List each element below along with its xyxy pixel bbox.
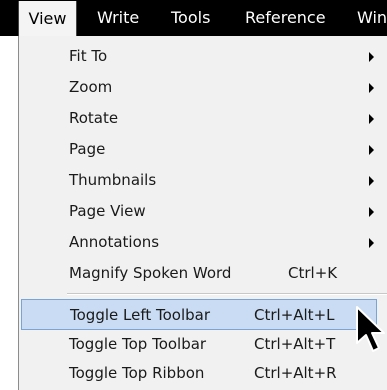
view-menu-dropdown: Fit To Zoom Rotate Page Thumbnails Page … [18, 36, 387, 390]
menu-item-shortcut: Ctrl+K [288, 264, 338, 282]
menu-item-page-view[interactable]: Page View [19, 196, 387, 227]
menu-item-label: Page View [69, 202, 146, 220]
menu-item-label: Magnify Spoken Word [69, 264, 232, 282]
menu-window[interactable]: Win [357, 0, 387, 36]
menu-item-toggle-left-toolbar[interactable]: Toggle Left Toolbar Ctrl+Alt+L [21, 299, 377, 330]
menu-view[interactable]: View [18, 1, 77, 36]
menu-item-label: Zoom [69, 78, 113, 96]
menu-item-label: Toggle Top Toolbar [69, 335, 207, 353]
menu-item-label: Toggle Left Toolbar [70, 306, 211, 324]
submenu-arrow-icon [369, 145, 374, 155]
menu-item-magnify-spoken-word[interactable]: Magnify Spoken Word Ctrl+K [19, 258, 387, 289]
menu-bar: View Write Tools Reference Win [0, 0, 387, 36]
menu-write[interactable]: Write [97, 0, 139, 36]
menu-item-label: Rotate [69, 109, 119, 127]
menu-item-label: Annotations [69, 233, 160, 251]
menu-item-label: Fit To [69, 47, 108, 65]
menu-item-page[interactable]: Page [19, 134, 387, 165]
menu-item-thumbnails[interactable]: Thumbnails [19, 165, 387, 196]
submenu-arrow-icon [369, 238, 374, 248]
submenu-arrow-icon [369, 114, 374, 124]
menu-item-shortcut: Ctrl+Alt+L [254, 306, 335, 324]
submenu-arrow-icon [369, 207, 374, 217]
menu-item-label: Thumbnails [69, 171, 157, 189]
menu-item-toggle-top-ribbon[interactable]: Toggle Top Ribbon Ctrl+Alt+R [19, 358, 387, 389]
menu-item-shortcut: Ctrl+Alt+R [254, 364, 337, 382]
submenu-arrow-icon [369, 52, 374, 62]
menu-separator [67, 293, 387, 295]
menu-item-rotate[interactable]: Rotate [19, 103, 387, 134]
menu-item-annotations[interactable]: Annotations [19, 227, 387, 258]
menu-item-label: Page [69, 140, 106, 158]
submenu-arrow-icon [369, 83, 374, 93]
menu-reference[interactable]: Reference [245, 0, 326, 36]
menu-item-label: Toggle Top Ribbon [69, 364, 205, 382]
menu-item-toggle-top-toolbar[interactable]: Toggle Top Toolbar Ctrl+Alt+T [19, 329, 387, 360]
submenu-arrow-icon [369, 176, 374, 186]
menu-tools[interactable]: Tools [171, 0, 210, 36]
menu-item-fit-to[interactable]: Fit To [19, 41, 387, 72]
mouse-pointer-icon [356, 306, 385, 352]
menu-item-shortcut: Ctrl+Alt+T [254, 335, 336, 353]
menu-item-zoom[interactable]: Zoom [19, 72, 387, 103]
